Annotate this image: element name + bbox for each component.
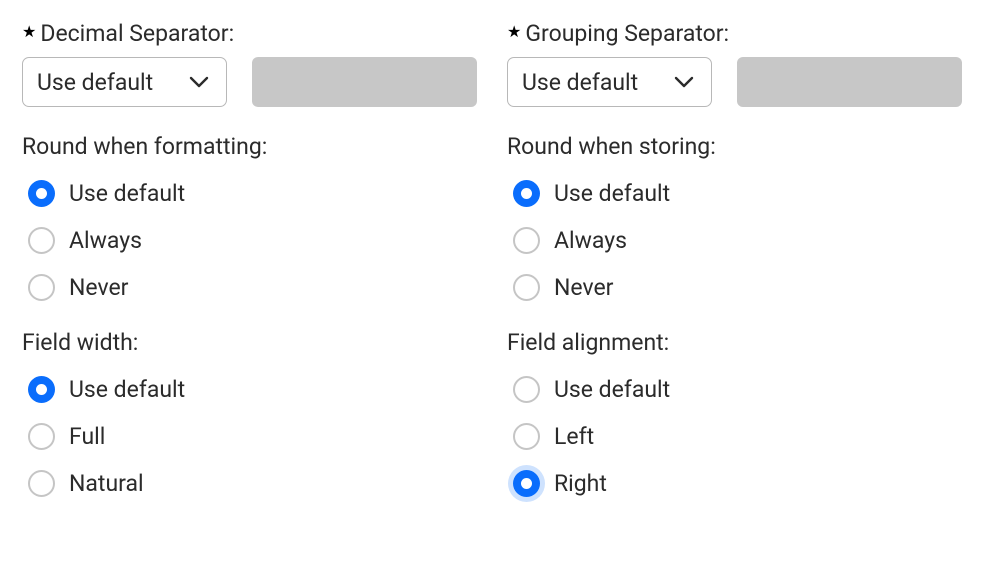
round-formatting-never[interactable]: Never (28, 274, 477, 301)
radio-label: Use default (554, 376, 670, 403)
radio-icon (513, 274, 540, 301)
round-storing-label: Round when storing: (507, 133, 962, 160)
chevron-down-icon (671, 69, 697, 95)
radio-icon (28, 227, 55, 254)
radio-label: Never (554, 274, 613, 301)
field-alignment-right[interactable]: Right (513, 470, 962, 497)
radio-label: Right (554, 470, 607, 497)
grouping-separator-input-row: Use default (507, 57, 962, 107)
radio-icon (28, 274, 55, 301)
decimal-separator-select[interactable]: Use default (22, 57, 227, 107)
decimal-separator-text-input (252, 57, 477, 107)
radio-label: Always (69, 227, 142, 254)
grouping-separator-label-row: ★ Grouping Separator: (507, 20, 962, 47)
field-width-label: Field width: (22, 329, 477, 356)
required-star-icon: ★ (22, 24, 36, 40)
radio-icon (28, 470, 55, 497)
field-width-use-default[interactable]: Use default (28, 376, 477, 403)
radio-icon (513, 423, 540, 450)
round-storing-group: Use default Always Never (513, 180, 962, 301)
field-width-natural[interactable]: Natural (28, 470, 477, 497)
radio-icon (513, 180, 540, 207)
decimal-separator-label: Decimal Separator: (40, 20, 234, 47)
radio-icon (513, 227, 540, 254)
field-alignment-label: Field alignment: (507, 329, 962, 356)
radio-label: Full (69, 423, 105, 450)
round-formatting-group: Use default Always Never (28, 180, 477, 301)
decimal-separator-label-row: ★ Decimal Separator: (22, 20, 477, 47)
field-alignment-use-default[interactable]: Use default (513, 376, 962, 403)
radio-icon (28, 180, 55, 207)
radio-icon (28, 376, 55, 403)
grouping-separator-label: Grouping Separator: (525, 20, 729, 47)
radio-icon (513, 376, 540, 403)
radio-label: Always (554, 227, 627, 254)
round-storing-use-default[interactable]: Use default (513, 180, 962, 207)
required-star-icon: ★ (507, 24, 521, 40)
grouping-separator-text-input (737, 57, 962, 107)
decimal-separator-value: Use default (37, 69, 186, 96)
grouping-separator-value: Use default (522, 69, 671, 96)
field-width-full[interactable]: Full (28, 423, 477, 450)
radio-icon (513, 470, 540, 497)
grouping-separator-select[interactable]: Use default (507, 57, 712, 107)
chevron-down-icon (186, 69, 212, 95)
radio-label: Left (554, 423, 594, 450)
round-formatting-label: Round when formatting: (22, 133, 477, 160)
radio-label: Use default (69, 180, 185, 207)
round-formatting-use-default[interactable]: Use default (28, 180, 477, 207)
right-column: ★ Grouping Separator: Use default Round … (507, 20, 962, 525)
left-column: ★ Decimal Separator: Use default Round w… (22, 20, 477, 525)
radio-label: Use default (554, 180, 670, 207)
radio-label: Use default (69, 376, 185, 403)
decimal-separator-input-row: Use default (22, 57, 477, 107)
field-alignment-group: Use default Left Right (513, 376, 962, 497)
round-formatting-always[interactable]: Always (28, 227, 477, 254)
round-storing-always[interactable]: Always (513, 227, 962, 254)
field-width-group: Use default Full Natural (28, 376, 477, 497)
radio-label: Never (69, 274, 128, 301)
radio-icon (28, 423, 55, 450)
radio-label: Natural (69, 470, 144, 497)
field-alignment-left[interactable]: Left (513, 423, 962, 450)
round-storing-never[interactable]: Never (513, 274, 962, 301)
